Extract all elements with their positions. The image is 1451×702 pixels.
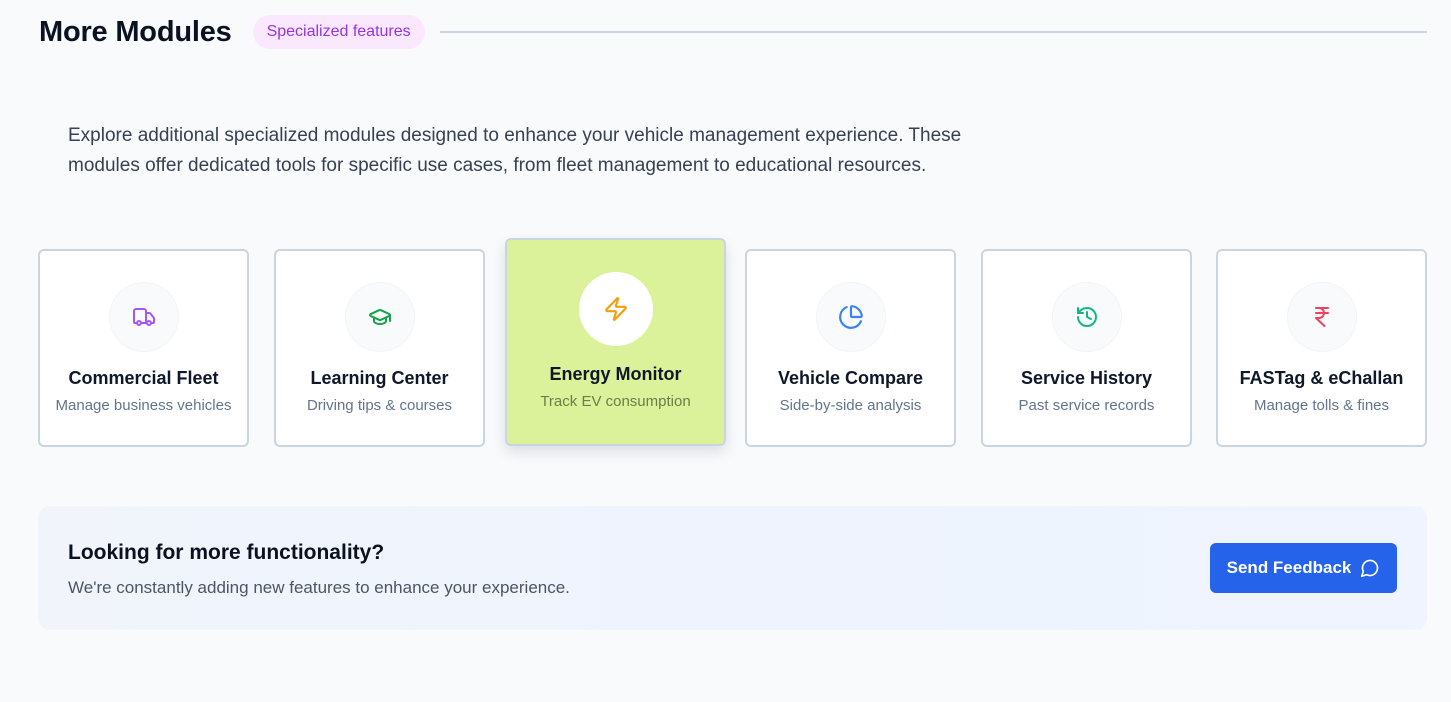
truck-icon: [108, 282, 179, 352]
graduation-cap-icon: [344, 282, 415, 352]
module-card-service-history[interactable]: Service History Past service records: [981, 249, 1192, 447]
module-card-energy-monitor[interactable]: Energy Monitor Track EV consumption: [505, 238, 726, 446]
module-title: Commercial Fleet: [68, 368, 219, 388]
banner-title: Looking for more functionality?: [68, 541, 385, 564]
section-header: More Modules Specialized features: [39, 14, 1427, 50]
message-circle-icon: [1360, 558, 1380, 578]
module-subtitle: Side-by-side analysis: [779, 397, 922, 414]
module-title: Vehicle Compare: [777, 368, 924, 388]
section-title: More Modules: [39, 15, 232, 48]
module-subtitle: Past service records: [1018, 397, 1155, 414]
module-subtitle: Driving tips & courses: [306, 397, 453, 414]
module-subtitle: Manage tolls & fines: [1253, 397, 1390, 414]
more-modules-page: More Modules Specialized features Explor…: [0, 0, 1451, 702]
module-title: Learning Center: [310, 368, 449, 388]
module-subtitle: Track EV consumption: [540, 393, 691, 410]
send-feedback-label: Send Feedback: [1226, 558, 1352, 577]
banner-subtitle: We're constantly adding new features to …: [68, 578, 570, 597]
module-subtitle: Manage business vehicles: [55, 397, 232, 414]
specialized-features-badge: Specialized features: [252, 15, 425, 49]
pie-chart-icon: [815, 282, 886, 352]
rupee-icon: [1286, 282, 1357, 352]
module-title: FASTag & eChallan: [1239, 368, 1404, 388]
header-divider: [439, 31, 1427, 33]
module-card-learning-center[interactable]: Learning Center Driving tips & courses: [274, 249, 485, 447]
module-title: Service History: [1020, 368, 1153, 388]
module-card-commercial-fleet[interactable]: Commercial Fleet Manage business vehicle…: [38, 249, 249, 447]
module-title: Energy Monitor: [549, 364, 682, 384]
feedback-banner: Looking for more functionality? We're co…: [38, 506, 1427, 630]
module-card-vehicle-compare[interactable]: Vehicle Compare Side-by-side analysis: [745, 249, 956, 447]
intro-text: Explore additional specialized modules d…: [68, 125, 962, 176]
module-card-fastag-echallan[interactable]: FASTag & eChallan Manage tolls & fines: [1216, 249, 1427, 447]
history-icon: [1051, 282, 1122, 352]
lightning-icon: [578, 272, 653, 346]
send-feedback-button[interactable]: Send Feedback: [1210, 543, 1397, 593]
